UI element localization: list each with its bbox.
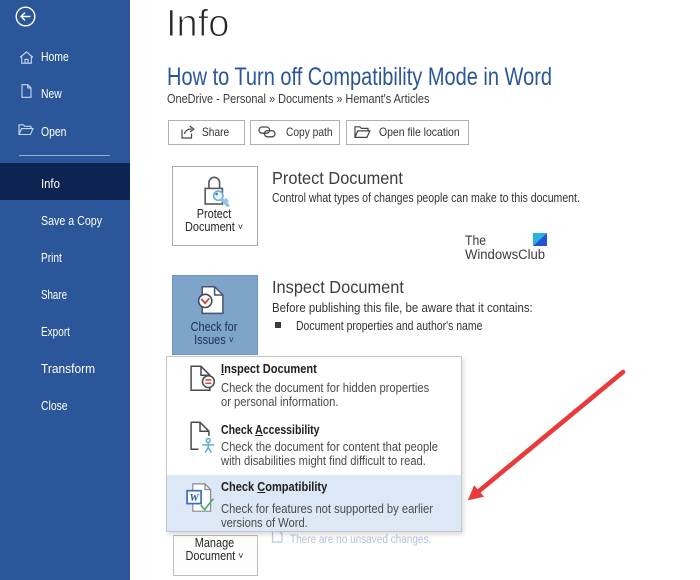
svg-text:W: W bbox=[190, 493, 200, 504]
